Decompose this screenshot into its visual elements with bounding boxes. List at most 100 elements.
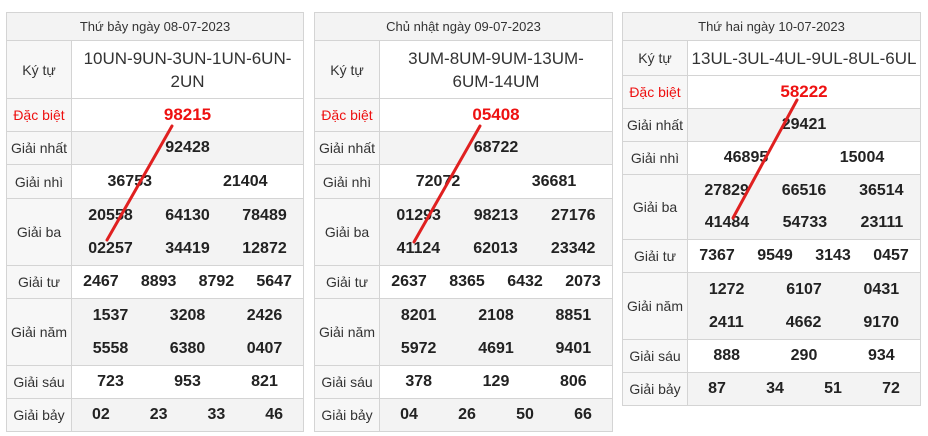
giai-sau-row: 723 953 821 xyxy=(71,365,304,399)
giai-nam-grid: 1537 3208 2426 5558 6380 0407 xyxy=(71,298,304,366)
giai-sau-row: 888 290 934 xyxy=(687,339,921,373)
label-ky-tu: Ký tự xyxy=(6,40,72,99)
giai-bay-row: 87 34 51 72 xyxy=(687,372,921,406)
giai-nhat-value: 92428 xyxy=(71,131,304,165)
prize-number: 723 xyxy=(97,373,124,390)
prize-number: 64130 xyxy=(165,206,210,224)
prize-number: 3208 xyxy=(169,306,206,324)
board-date-title: Thứ bảy ngày 08-07-2023 xyxy=(6,12,304,41)
prize-number: 8893 xyxy=(140,273,177,290)
giai-tu-row: 2637 8365 6432 2073 xyxy=(379,265,613,299)
prize-number: 8851 xyxy=(555,306,592,324)
label-dac-biet: Đặc biệt xyxy=(622,75,688,109)
giai-nam-grid: 1272 6107 0431 2411 4662 9170 xyxy=(687,272,921,340)
prize-number: 66 xyxy=(574,406,592,423)
prize-number: 378 xyxy=(405,373,433,390)
prize-number: 2426 xyxy=(246,306,283,324)
label-giai-nhi: Giải nhì xyxy=(622,141,688,175)
ky-tu-value: 3UM-8UM-9UM-13UM-6UM-14UM xyxy=(379,40,613,99)
lottery-board-2: Chủ nhật ngày 09-07-2023 Ký tự 3UM-8UM-9… xyxy=(314,12,613,432)
giai-ba-grid: 20558 64130 78489 02257 34419 12872 xyxy=(71,198,304,266)
label-giai-nam: Giải năm xyxy=(314,298,380,366)
prize-number: 12872 xyxy=(242,239,287,257)
label-giai-nam: Giải năm xyxy=(622,272,688,340)
prize-number: 54733 xyxy=(782,214,828,231)
prize-number: 806 xyxy=(559,373,587,390)
dac-biet-value: 58222 xyxy=(687,75,921,109)
prize-number: 934 xyxy=(867,347,895,364)
prize-number: 27829 xyxy=(704,182,749,199)
prize-number: 5972 xyxy=(400,339,437,357)
prize-number: 9549 xyxy=(757,247,793,264)
giai-nhi-row: 46895 15004 xyxy=(687,141,921,175)
giai-ba-grid: 27829 66516 36514 41484 54733 23111 xyxy=(687,174,921,240)
giai-tu-row: 7367 9549 3143 0457 xyxy=(687,239,921,273)
ky-tu-value: 10UN-9UN-3UN-1UN-6UN-2UN xyxy=(71,40,304,99)
prize-number: 23342 xyxy=(550,239,596,257)
prize-number: 2467 xyxy=(83,273,119,290)
label-giai-bay: Giải bảy xyxy=(622,372,688,406)
prize-number: 46 xyxy=(265,406,284,423)
prize-number: 21404 xyxy=(223,172,268,190)
label-giai-nhi: Giải nhì xyxy=(6,164,72,199)
label-ky-tu: Ký tự xyxy=(622,40,688,76)
prize-number: 36514 xyxy=(859,182,904,199)
prize-number: 98213 xyxy=(473,206,519,224)
label-giai-tu: Giải tư xyxy=(6,265,72,299)
prize-number: 2637 xyxy=(391,273,427,290)
label-giai-nam: Giải năm xyxy=(6,298,72,366)
giai-bay-row: 04 26 50 66 xyxy=(379,398,613,432)
giai-nhat-value: 68722 xyxy=(379,131,613,165)
prize-number: 0407 xyxy=(246,339,283,357)
prize-number: 4662 xyxy=(785,313,822,331)
prize-number: 6432 xyxy=(507,273,543,290)
label-giai-bay: Giải bảy xyxy=(6,398,72,432)
prize-number: 3143 xyxy=(815,247,851,264)
prize-number: 27176 xyxy=(551,206,596,224)
prize-number: 1537 xyxy=(92,306,129,324)
prize-number: 5558 xyxy=(92,339,129,357)
label-giai-bay: Giải bảy xyxy=(314,398,380,432)
label-dac-biet: Đặc biệt xyxy=(314,98,380,132)
prize-number: 6107 xyxy=(786,280,822,298)
giai-ba-grid: 01293 98213 27176 41124 62013 23342 xyxy=(379,198,613,266)
prize-number: 4691 xyxy=(478,339,514,357)
prize-number: 41484 xyxy=(704,214,750,231)
giai-nhi-row: 36753 21404 xyxy=(71,164,304,199)
label-ky-tu: Ký tự xyxy=(314,40,380,99)
lottery-board-1: Thứ bảy ngày 08-07-2023 Ký tự 10UN-9UN-3… xyxy=(6,12,304,432)
label-giai-nhat: Giải nhất xyxy=(622,108,688,142)
prize-number: 23111 xyxy=(860,214,904,231)
prize-number: 2073 xyxy=(565,273,601,290)
prize-number: 0431 xyxy=(863,280,900,298)
prize-number: 02257 xyxy=(88,239,133,257)
prize-number: 46895 xyxy=(723,149,769,166)
giai-nam-grid: 8201 2108 8851 5972 4691 9401 xyxy=(379,298,613,366)
dac-biet-value: 98215 xyxy=(71,98,304,132)
prize-number: 78489 xyxy=(242,206,287,224)
prize-number: 15004 xyxy=(839,149,885,166)
prize-number: 290 xyxy=(790,347,818,364)
prize-number: 51 xyxy=(824,380,842,397)
prize-number: 8365 xyxy=(449,273,485,290)
prize-number: 62013 xyxy=(473,239,518,257)
prize-number: 2411 xyxy=(709,313,744,331)
ky-tu-value: 13UL-3UL-4UL-9UL-8UL-6UL xyxy=(687,40,921,76)
dac-biet-value: 05408 xyxy=(379,98,613,132)
giai-nhat-value: 29421 xyxy=(687,108,921,142)
prize-number: 23 xyxy=(149,406,168,423)
label-giai-ba: Giải ba xyxy=(314,198,380,266)
giai-tu-row: 2467 8893 8792 5647 xyxy=(71,265,304,299)
label-dac-biet: Đặc biệt xyxy=(6,98,72,132)
label-giai-sau: Giải sáu xyxy=(6,365,72,399)
prize-number: 04 xyxy=(400,406,418,423)
prize-number: 20558 xyxy=(88,206,133,224)
prize-number: 953 xyxy=(174,373,201,390)
prize-number: 1272 xyxy=(708,280,745,298)
giai-nhi-row: 72072 36681 xyxy=(379,164,613,199)
prize-number: 5647 xyxy=(256,273,292,290)
label-giai-sau: Giải sáu xyxy=(622,339,688,373)
prize-number: 821 xyxy=(251,373,278,390)
prize-number: 66516 xyxy=(781,182,827,199)
prize-number: 72 xyxy=(882,380,900,397)
